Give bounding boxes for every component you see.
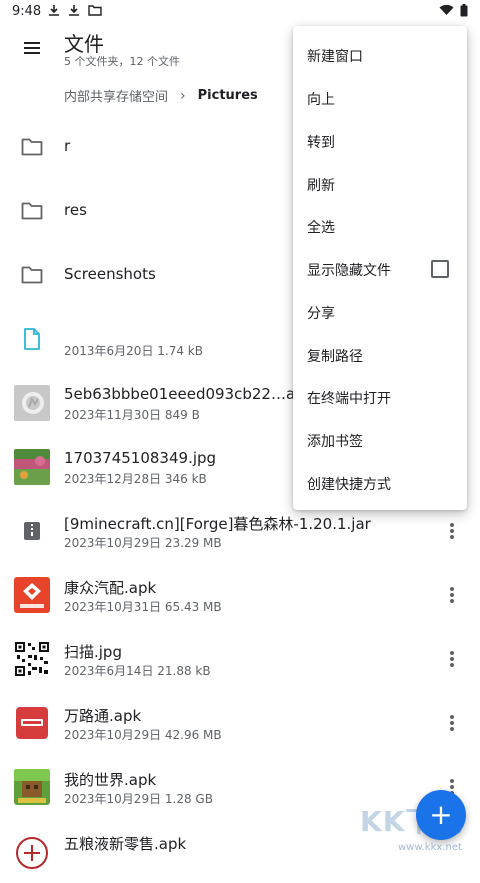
- more-vert-icon: [450, 651, 454, 667]
- image-thumbnail: [14, 449, 50, 485]
- breadcrumb-root[interactable]: 内部共享存储空间: [64, 86, 168, 105]
- file-name: Screenshots: [64, 265, 156, 283]
- status-time: 9:48: [12, 4, 42, 19]
- file-meta: 2023年6月14日 21.88 kB: [64, 664, 211, 678]
- list-item[interactable]: 康众汽配.apk 2023年10月31日 65.43 MB: [0, 563, 480, 627]
- file-meta: 2023年11月30日 849 B: [64, 408, 200, 422]
- add-fab-button[interactable]: +: [416, 790, 466, 840]
- file-name: res: [64, 201, 87, 219]
- folder-icon: [14, 193, 50, 229]
- menu-item-share[interactable]: 分享: [307, 303, 335, 323]
- app-icon: [14, 705, 50, 741]
- file-meta: 2023年10月31日 65.43 MB: [64, 600, 222, 614]
- file-meta: 2023年10月29日 42.96 MB: [64, 728, 222, 742]
- download-icon: [49, 5, 59, 16]
- file-meta: 2013年6月20日 1.74 kB: [64, 344, 203, 358]
- menu-item-add-bookmark[interactable]: 添加书签: [307, 431, 363, 451]
- file-name: 1703745108349.jpg: [64, 449, 217, 467]
- menu-item-show-hidden-files[interactable]: 显示隐藏文件: [307, 260, 391, 280]
- folder-status-icon: [88, 5, 102, 16]
- overflow-menu: 新建窗口 向上 转到 刷新 全选 显示隐藏文件 分享 复制路径 在终端中打开 添…: [293, 26, 467, 510]
- more-vert-icon: [450, 523, 454, 539]
- menu-item-open-in-terminal[interactable]: 在终端中打开: [307, 388, 391, 408]
- list-item[interactable]: 万路通.apk 2023年10月29日 42.96 MB: [0, 691, 480, 755]
- file-name: 康众汽配.apk: [64, 579, 157, 597]
- folder-icon: [14, 129, 50, 165]
- app-icon: [14, 769, 50, 805]
- app-icon: [14, 577, 50, 613]
- image-thumbnail: [14, 385, 50, 421]
- more-vert-icon: [450, 587, 454, 603]
- file-name: 扫描.jpg: [64, 643, 122, 661]
- file-name: [9minecraft.cn][Forge]暮色森林-1.20.1.jar: [64, 515, 371, 533]
- battery-icon: [460, 4, 468, 17]
- show-hidden-files-checkbox[interactable]: [431, 260, 449, 278]
- more-options-button[interactable]: [440, 647, 464, 671]
- more-options-button[interactable]: [440, 583, 464, 607]
- plus-icon: +: [429, 798, 453, 831]
- file-name: r: [64, 137, 71, 155]
- breadcrumb-current[interactable]: Pictures: [198, 88, 258, 103]
- document-icon: [14, 321, 50, 357]
- menu-item-refresh[interactable]: 刷新: [307, 175, 335, 195]
- download-icon: [69, 5, 79, 16]
- chevron-right-icon: ›: [180, 87, 186, 104]
- wifi-icon: [439, 4, 454, 15]
- app-icon: [14, 833, 50, 869]
- file-name: 五粮液新零售.apk: [64, 835, 187, 853]
- file-meta: 2023年12月28日 346 kB: [64, 472, 207, 486]
- breadcrumb: 内部共享存储空间 › Pictures: [64, 86, 258, 106]
- file-meta: 2023年10月29日 1.28 GB: [64, 792, 213, 806]
- file-name: 我的世界.apk: [64, 771, 157, 789]
- menu-item-select-all[interactable]: 全选: [307, 217, 335, 237]
- qr-code-thumbnail: [14, 641, 50, 677]
- more-options-button[interactable]: [440, 519, 464, 543]
- menu-item-copy-path[interactable]: 复制路径: [307, 346, 363, 366]
- more-options-button[interactable]: [440, 711, 464, 735]
- watermark-url: www.kkx.net: [398, 842, 462, 853]
- status-bar: 9:48: [0, 0, 480, 24]
- more-vert-icon: [450, 715, 454, 731]
- folder-icon: [14, 257, 50, 293]
- archive-icon: [14, 513, 50, 549]
- menu-item-go-to[interactable]: 转到: [307, 132, 335, 152]
- menu-item-create-shortcut[interactable]: 创建快捷方式: [307, 474, 391, 494]
- navigation-menu-button[interactable]: [20, 36, 44, 60]
- list-item[interactable]: 扫描.jpg 2023年6月14日 21.88 kB: [0, 627, 480, 691]
- page-subtitle: 5 个文件夹，12 个文件: [64, 55, 180, 68]
- hamburger-menu-icon: [24, 42, 40, 54]
- menu-item-up[interactable]: 向上: [307, 89, 335, 109]
- file-name: 万路通.apk: [64, 707, 142, 725]
- menu-item-new-window[interactable]: 新建窗口: [307, 46, 363, 66]
- file-meta: 2023年10月29日 23.29 MB: [64, 536, 222, 550]
